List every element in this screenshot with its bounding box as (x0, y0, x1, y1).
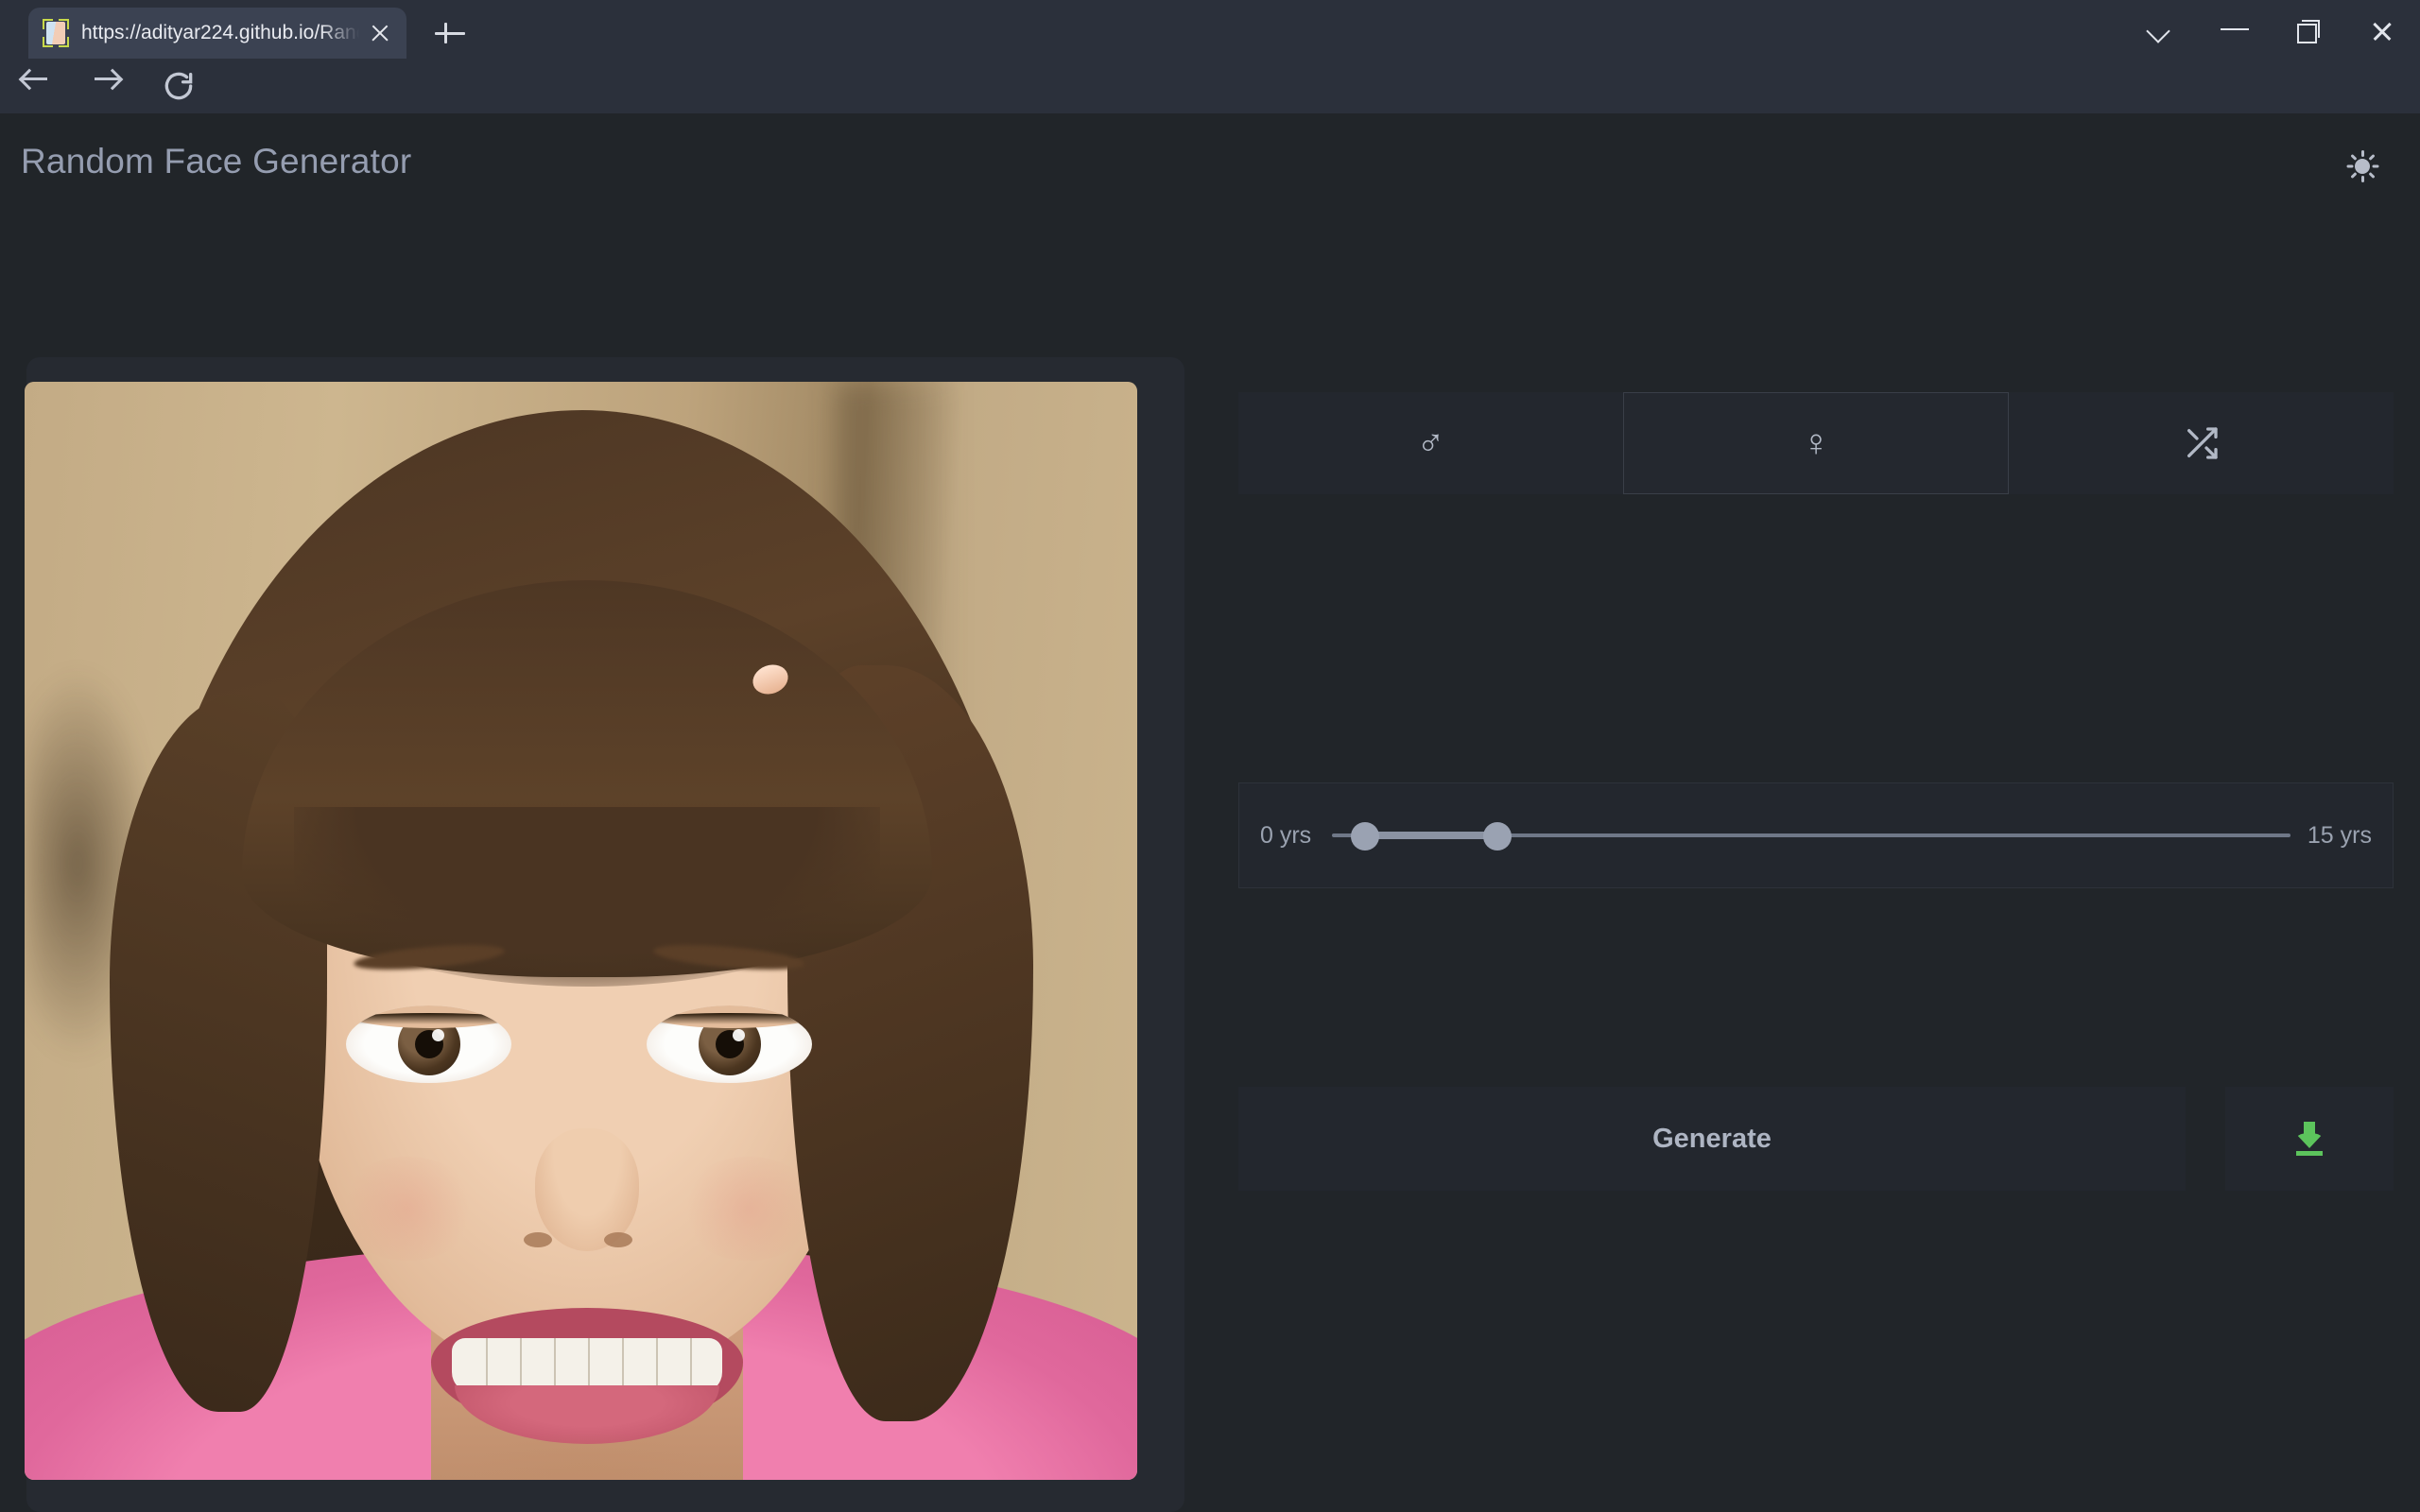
generate-button-label: Generate (1652, 1124, 1772, 1155)
new-tab-button[interactable] (430, 13, 470, 53)
age-range-slider[interactable]: 0 yrs 15 yrs (1238, 782, 2394, 888)
image-crop-favicon (42, 19, 70, 47)
slider-track-area[interactable] (1332, 816, 2290, 854)
browser-toolbar: adityar224.github.io/Random-Face-Generat… (0, 59, 2420, 113)
browser-window: https://adityar224.github.io/Rand (0, 0, 2420, 1512)
male-icon: ♂ (1416, 424, 1444, 462)
reload-glyph (161, 68, 197, 104)
maximize-button[interactable] (2273, 0, 2346, 59)
app-bar: Random Face Generator (0, 113, 2420, 217)
age-max-label: 15 yrs (2308, 822, 2372, 850)
gender-option-male[interactable]: ♂ (1238, 392, 1623, 494)
gender-option-female[interactable]: ♀ (1623, 392, 2010, 494)
action-row: Generate (1238, 1087, 2394, 1191)
page-title: Random Face Generator (21, 142, 411, 181)
generate-button[interactable]: Generate (1238, 1087, 2186, 1191)
page-content: Random Face Generator (0, 113, 2420, 1512)
female-icon: ♀ (1802, 424, 1830, 462)
forward-button[interactable] (89, 68, 125, 104)
minimize-button[interactable] (2199, 0, 2273, 59)
main-content: ♂ ♀ (0, 217, 2420, 1512)
shuffle-icon (2183, 424, 2221, 462)
close-icon[interactable] (367, 20, 393, 46)
age-min-label: 0 yrs (1260, 822, 1311, 850)
sun-icon (2346, 150, 2378, 182)
slider-thumb-min[interactable] (1351, 822, 1379, 850)
browser-tab[interactable]: https://adityar224.github.io/Rand (28, 8, 406, 59)
window-controls (2125, 0, 2420, 59)
gender-selector: ♂ ♀ (1238, 392, 2394, 494)
tab-search-chevron-icon[interactable] (2125, 0, 2199, 59)
reload-icon[interactable] (161, 68, 197, 104)
tab-title: https://adityar224.github.io/Rand (81, 22, 359, 44)
generated-face-image (25, 382, 1137, 1480)
back-button[interactable] (17, 68, 53, 104)
close-window-button[interactable] (2346, 0, 2420, 59)
gender-option-random[interactable] (2009, 392, 2394, 494)
slider-thumb-max[interactable] (1483, 822, 1512, 850)
theme-toggle-button[interactable] (2333, 137, 2392, 196)
download-button[interactable] (2225, 1087, 2394, 1191)
tab-strip: https://adityar224.github.io/Rand (0, 0, 2420, 59)
controls-column: ♂ ♀ (1238, 217, 2394, 1512)
download-arrow-icon (2293, 1122, 2325, 1156)
slider-active-track (1364, 832, 1496, 839)
face-image-card[interactable] (25, 382, 1137, 1480)
